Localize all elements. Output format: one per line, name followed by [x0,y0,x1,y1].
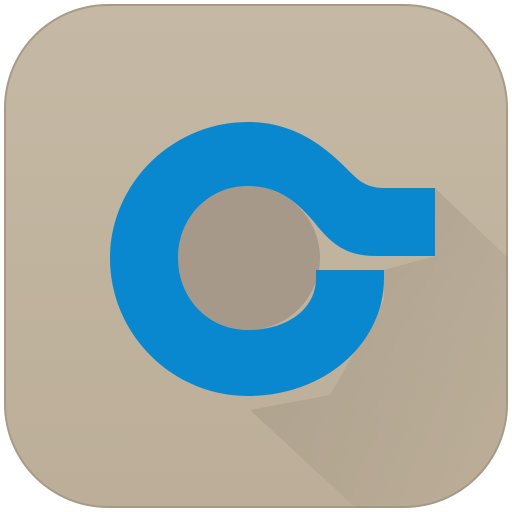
app-icon-graphic [4,4,508,508]
app-icon[interactable] [0,0,512,512]
glyph-inner-fill [176,186,320,330]
